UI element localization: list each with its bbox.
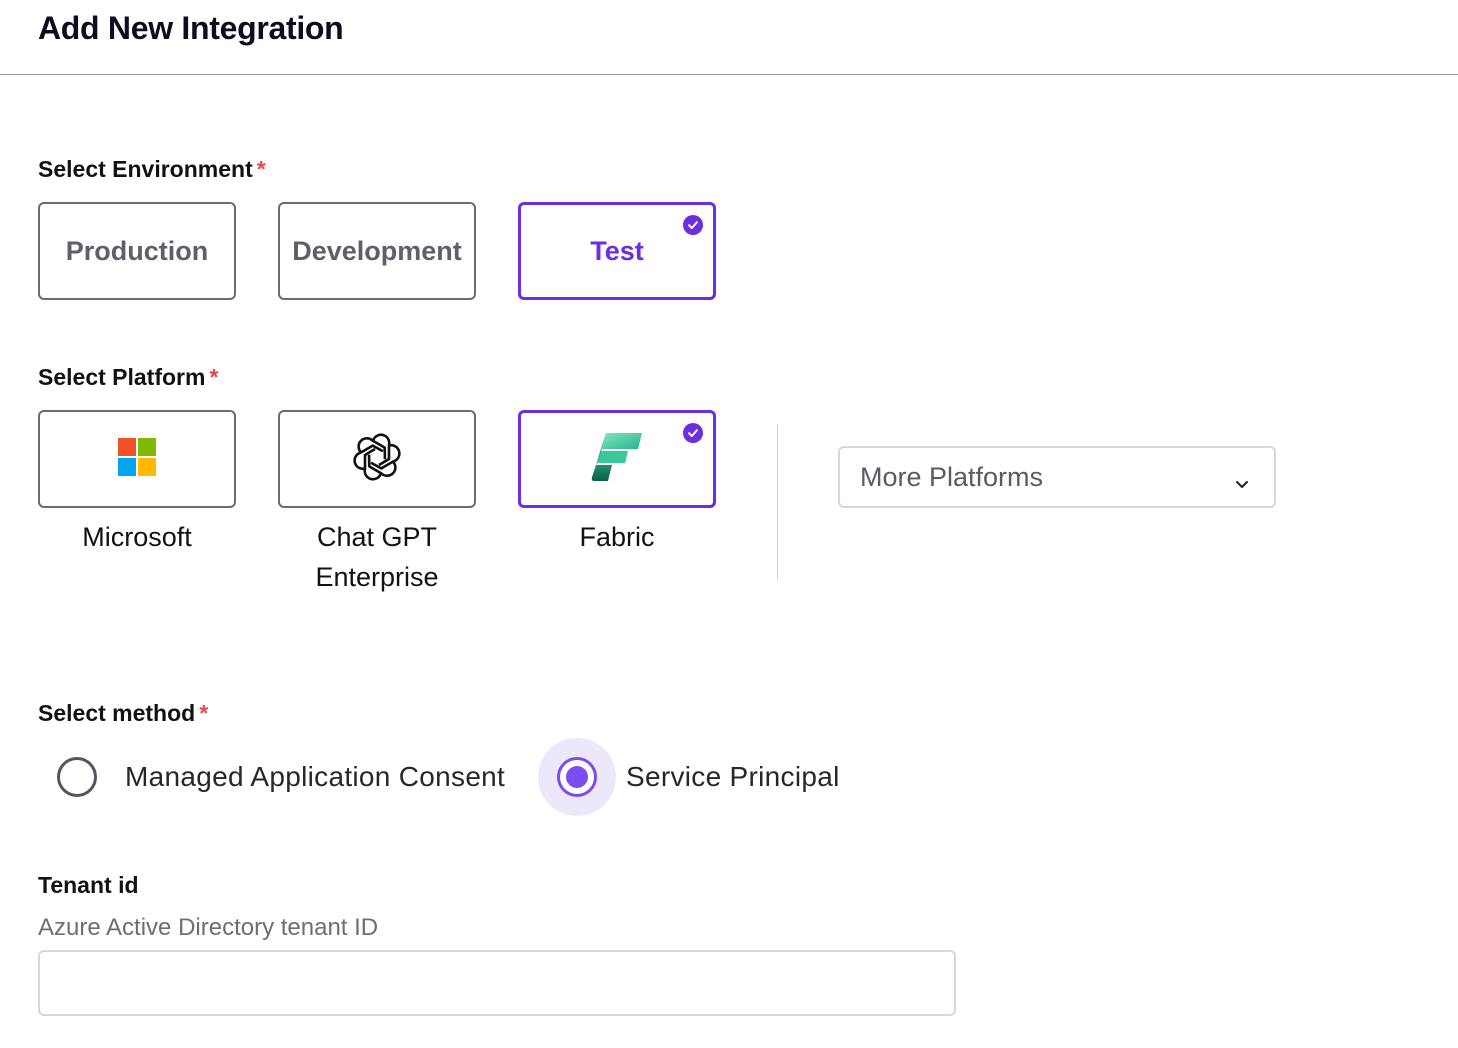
platform-section-label: Select Platform * (38, 364, 218, 391)
platform-option-chatgpt[interactable] (278, 410, 476, 508)
microsoft-logo-icon (118, 437, 156, 481)
method-option-service-principal[interactable]: Service Principal (538, 737, 840, 817)
required-marker: * (199, 700, 209, 726)
env-option-label: Test (590, 235, 644, 266)
tenant-id-input[interactable] (38, 950, 956, 1016)
platform-label-chatgpt: Chat GPT Enterprise (278, 517, 476, 597)
radio-ring (557, 757, 597, 797)
vertical-divider (777, 424, 778, 580)
radio-dot (566, 766, 588, 788)
radio-selected[interactable] (538, 738, 616, 816)
platform-label-line: Chat GPT (316, 522, 438, 552)
check-circle-icon (683, 423, 703, 443)
platform-option-microsoft[interactable] (38, 410, 236, 508)
more-platforms-value: More Platforms (860, 461, 1044, 492)
fabric-logo-icon (590, 431, 644, 488)
platform-label-line: Enterprise (315, 562, 439, 592)
env-option-production[interactable]: Production (38, 202, 236, 300)
environment-label-text: Select Environment (38, 156, 253, 182)
method-label-text: Select method (38, 700, 196, 726)
tenant-id-label: Tenant id (38, 872, 139, 898)
tenant-id-help-text: Azure Active Directory tenant ID (38, 914, 379, 941)
platform-label-fabric: Fabric (579, 522, 655, 552)
env-option-test[interactable]: Test (518, 202, 716, 300)
env-option-development[interactable]: Development (278, 202, 476, 300)
environment-section-label: Select Environment * (38, 156, 266, 183)
check-circle-icon (683, 215, 703, 235)
env-option-label: Production (65, 235, 209, 266)
chevron-down-icon (1234, 468, 1250, 499)
required-marker: * (256, 156, 266, 182)
radio-unselected[interactable] (57, 757, 97, 797)
method-option-label: Managed Application Consent (125, 761, 506, 792)
method-section-label: Select method * (38, 700, 208, 727)
method-option-label: Service Principal (626, 761, 840, 792)
more-platforms-dropdown[interactable]: More Platforms (838, 446, 1276, 508)
platform-option-fabric[interactable] (518, 410, 716, 508)
openai-logo-icon (352, 432, 402, 487)
platform-label-microsoft: Microsoft (82, 522, 192, 552)
page-title: Add New Integration (38, 10, 344, 46)
env-option-label: Development (292, 235, 462, 266)
platform-label-text: Select Platform (38, 364, 206, 390)
required-marker: * (209, 364, 219, 390)
method-option-managed-consent[interactable]: Managed Application Consent (57, 740, 505, 814)
header-divider (0, 74, 1458, 75)
